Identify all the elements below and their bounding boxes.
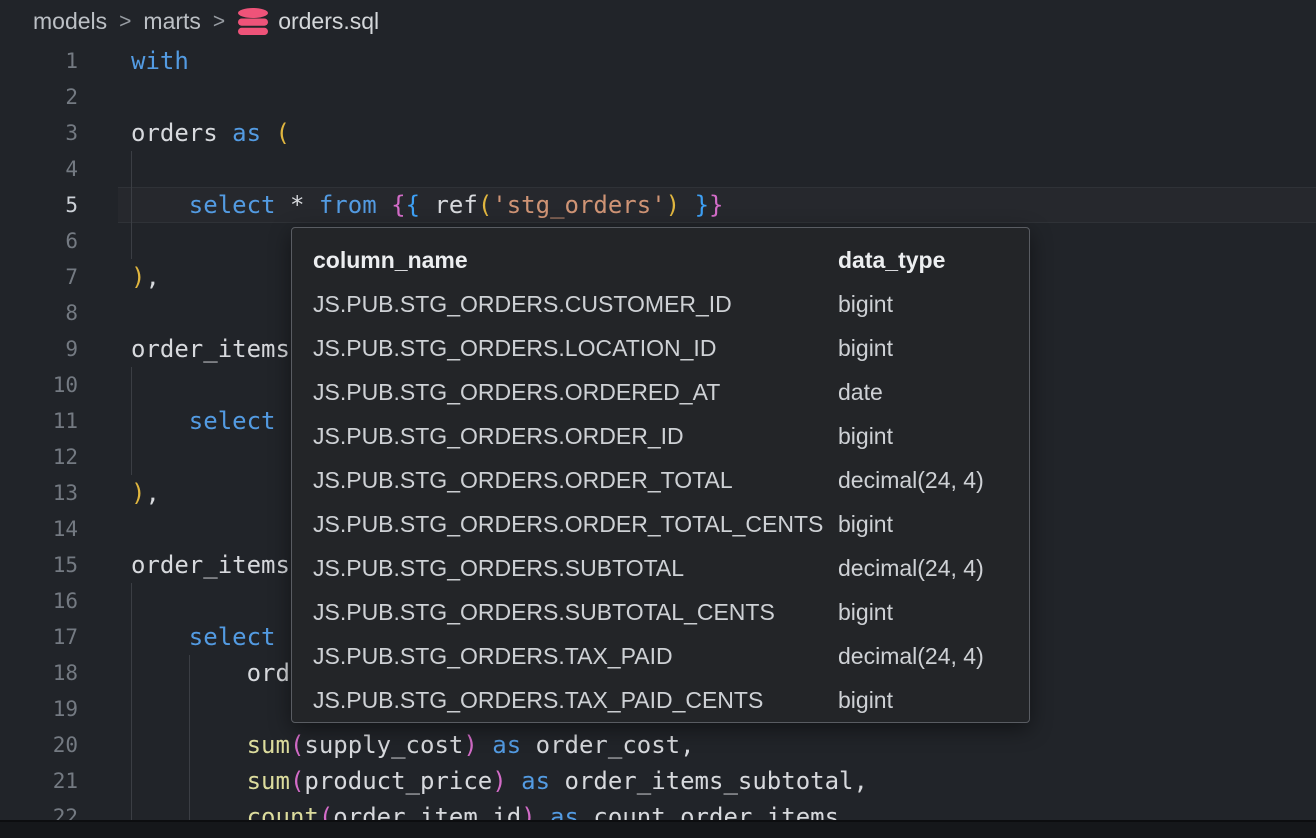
code-text: sum(product_price) as order_items_subtot… [131,763,868,799]
code-text: order_items [131,547,290,583]
line-number: 14 [0,511,78,547]
breadcrumb-separator: > [119,10,131,34]
line-number: 18 [0,655,78,691]
code-editor[interactable]: 1 with 23 orders as ( 45 select * from {{ re… [0,43,1316,838]
line-number: 7 [0,259,78,295]
data-type-cell: decimal(24, 4) [838,643,1029,670]
column-info-tooltip: column_name data_type JS.PUB.STG_ORDERS.… [291,227,1030,723]
line-number: 17 [0,619,78,655]
data-type-header: data_type [838,247,1029,274]
database-icon [237,8,269,35]
code-line[interactable]: 2 [0,79,1316,115]
code-text: select [131,619,276,655]
code-text: ), [131,259,160,295]
column-name-header: column_name [313,247,838,274]
code-text: ord [131,655,290,691]
code-line[interactable]: 4 [0,151,1316,187]
data-type-cell: bigint [838,423,1029,450]
code-line[interactable]: 20 sum(supply_cost) as order_cost, [0,727,1316,763]
line-number: 2 [0,79,78,115]
line-number: 3 [0,115,78,151]
line-number: 4 [0,151,78,187]
line-number: 20 [0,727,78,763]
line-number: 9 [0,331,78,367]
code-text: select * from {{ ref('stg_orders') }} [131,187,723,223]
data-type-cell: decimal(24, 4) [838,555,1029,582]
column-name-cell: JS.PUB.STG_ORDERS.TAX_PAID [313,643,838,670]
tooltip-row: JS.PUB.STG_ORDERS.TAX_PAID_CENTSbigint [313,678,1029,722]
line-number: 5 [0,187,78,223]
code-line[interactable]: 3 orders as ( [0,115,1316,151]
code-line[interactable]: 21 sum(product_price) as order_items_sub… [0,763,1316,799]
data-type-cell: bigint [838,687,1029,714]
column-name-cell: JS.PUB.STG_ORDERS.SUBTOTAL_CENTS [313,599,838,626]
line-number: 1 [0,43,78,79]
column-name-cell: JS.PUB.STG_ORDERS.ORDERED_AT [313,379,838,406]
tooltip-row: JS.PUB.STG_ORDERS.LOCATION_IDbigint [313,326,1029,370]
line-number: 16 [0,583,78,619]
line-number: 10 [0,367,78,403]
code-text: order_items [131,331,290,367]
column-name-cell: JS.PUB.STG_ORDERS.LOCATION_ID [313,335,838,362]
breadcrumb-separator: > [213,10,225,34]
tooltip-row: JS.PUB.STG_ORDERS.ORDER_IDbigint [313,414,1029,458]
data-type-cell: date [838,379,1029,406]
tooltip-row: JS.PUB.STG_ORDERS.SUBTOTALdecimal(24, 4) [313,546,1029,590]
column-name-cell: JS.PUB.STG_ORDERS.ORDER_ID [313,423,838,450]
code-line[interactable]: 5 select * from {{ ref('stg_orders') }} [0,187,1316,223]
line-number: 12 [0,439,78,475]
code-text: with [131,43,189,79]
line-number: 19 [0,691,78,727]
column-name-cell: JS.PUB.STG_ORDERS.ORDER_TOTAL [313,467,838,494]
code-text: select [131,403,276,439]
column-name-cell: JS.PUB.STG_ORDERS.TAX_PAID_CENTS [313,687,838,714]
column-name-cell: JS.PUB.STG_ORDERS.SUBTOTAL [313,555,838,582]
line-number: 8 [0,295,78,331]
breadcrumb-item-file[interactable]: orders.sql [237,8,379,35]
column-name-cell: JS.PUB.STG_ORDERS.CUSTOMER_ID [313,291,838,318]
code-text: orders as ( [131,115,290,151]
breadcrumb-item-models[interactable]: models [33,8,107,35]
tooltip-row: JS.PUB.STG_ORDERS.SUBTOTAL_CENTSbigint [313,590,1029,634]
tooltip-row: JS.PUB.STG_ORDERS.ORDERED_ATdate [313,370,1029,414]
line-number: 6 [0,223,78,259]
breadcrumb: models > marts > orders.sql [0,0,1316,43]
line-number: 15 [0,547,78,583]
code-text: ), [131,475,160,511]
tooltip-row: JS.PUB.STG_ORDERS.ORDER_TOTALdecimal(24,… [313,458,1029,502]
code-line[interactable]: 1 with [0,43,1316,79]
line-number: 13 [0,475,78,511]
data-type-cell: bigint [838,291,1029,318]
code-text: sum(supply_cost) as order_cost, [131,727,695,763]
panel-edge [0,820,1316,838]
data-type-cell: bigint [838,511,1029,538]
tooltip-row: JS.PUB.STG_ORDERS.ORDER_TOTAL_CENTSbigin… [313,502,1029,546]
column-name-cell: JS.PUB.STG_ORDERS.ORDER_TOTAL_CENTS [313,511,838,538]
tooltip-row: JS.PUB.STG_ORDERS.TAX_PAIDdecimal(24, 4) [313,634,1029,678]
line-number: 21 [0,763,78,799]
data-type-cell: decimal(24, 4) [838,467,1029,494]
data-type-cell: bigint [838,599,1029,626]
tooltip-header-row: column_name data_type [313,238,1029,282]
file-name: orders.sql [278,8,379,35]
data-type-cell: bigint [838,335,1029,362]
tooltip-row: JS.PUB.STG_ORDERS.CUSTOMER_IDbigint [313,282,1029,326]
breadcrumb-item-marts[interactable]: marts [143,8,201,35]
tooltip-rows: JS.PUB.STG_ORDERS.CUSTOMER_IDbigintJS.PU… [313,282,1029,722]
line-number: 11 [0,403,78,439]
